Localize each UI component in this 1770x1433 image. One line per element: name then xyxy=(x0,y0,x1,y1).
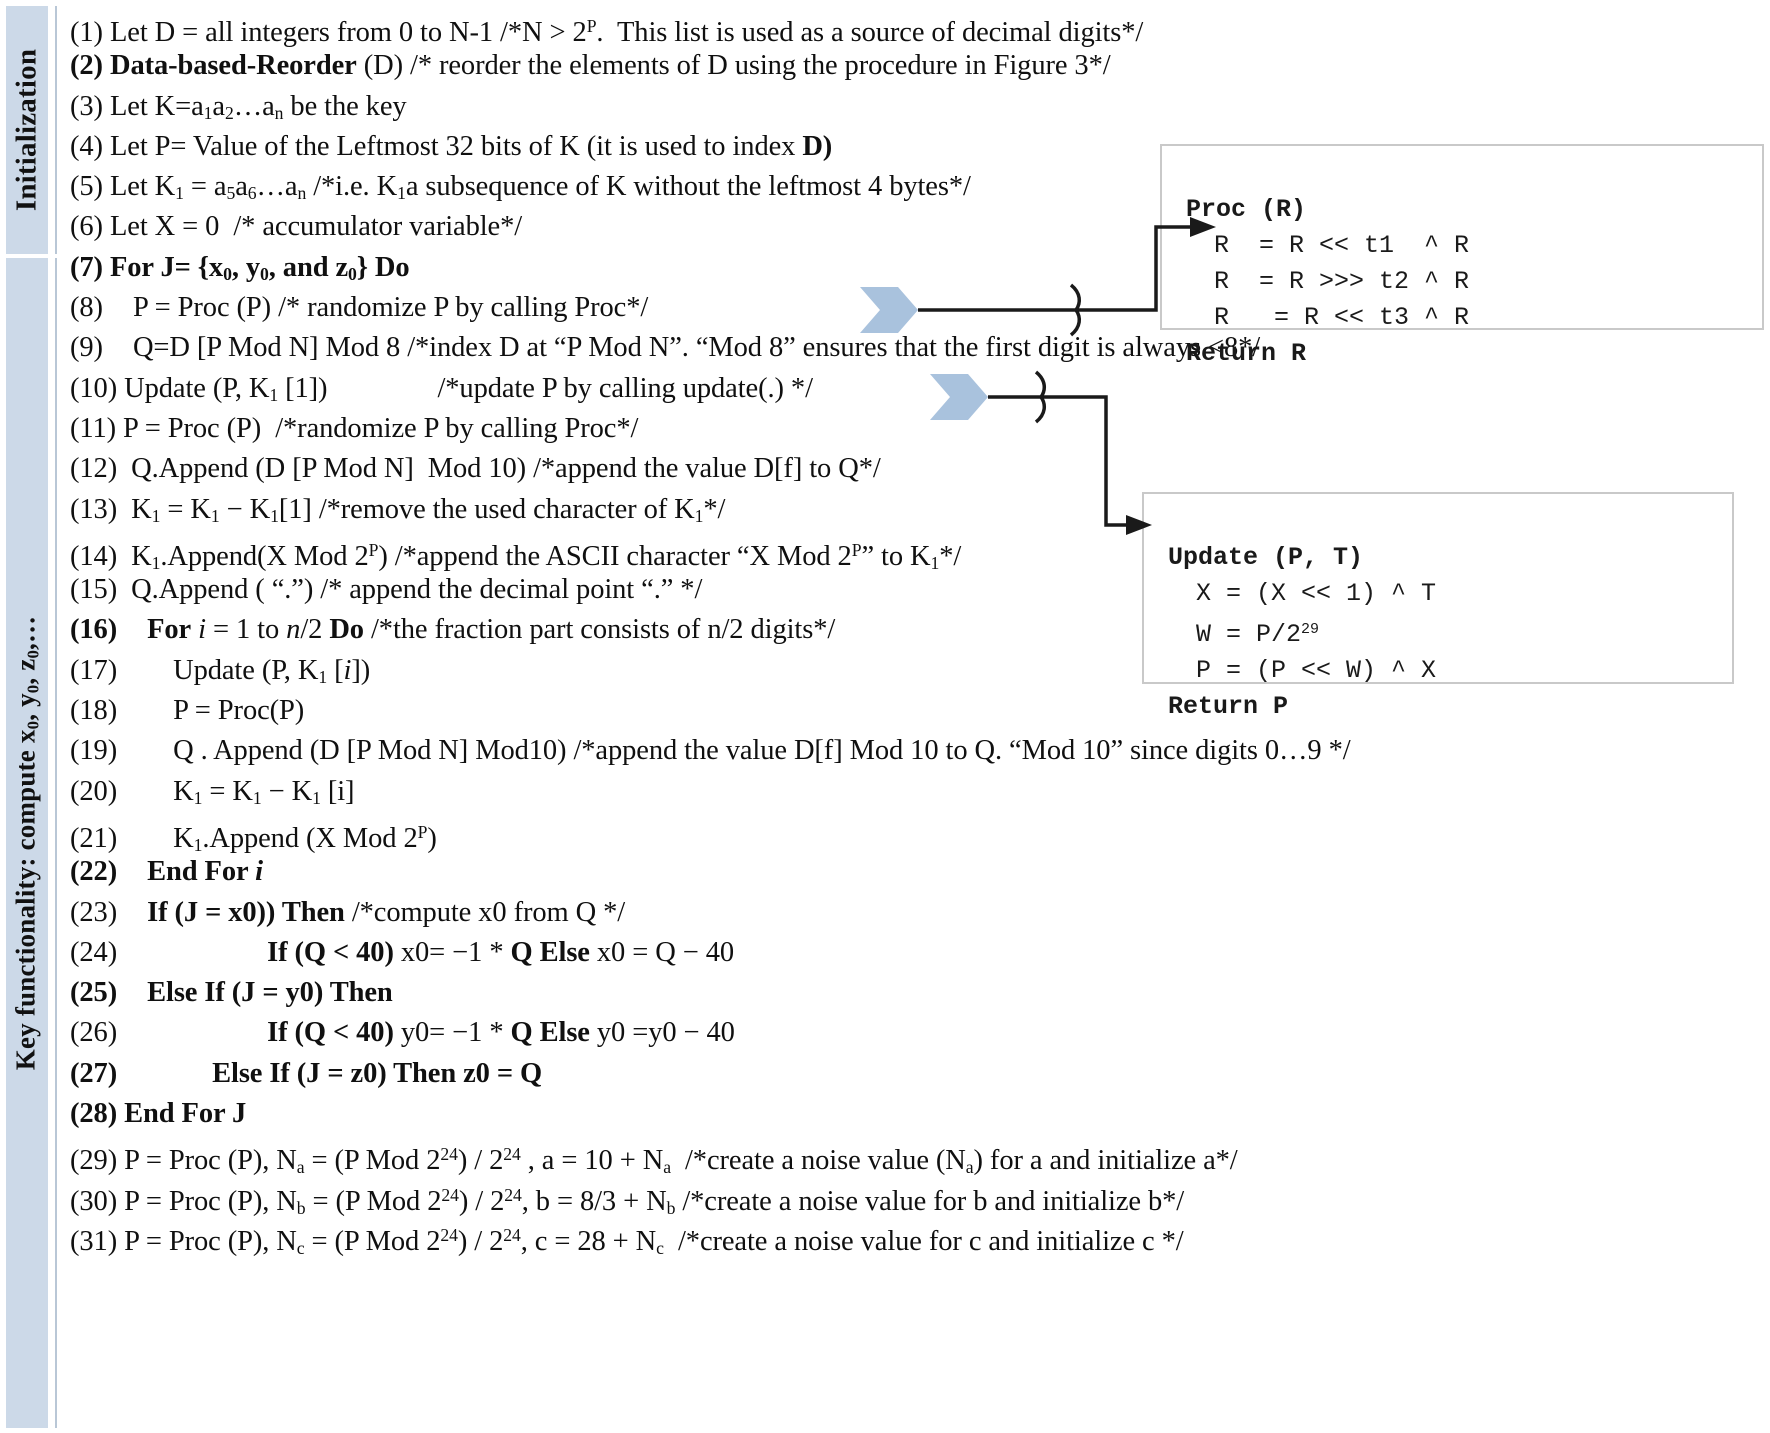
pseudocode-line-29: (29) P = Proc (P), Na = (P Mod 224) / 22… xyxy=(70,1144,1238,1178)
pseudocode-line-25: (25) Else If (J = y0) Then xyxy=(70,977,393,1009)
code-box-update-line-3: P = (P << W) ^ X xyxy=(1196,656,1437,686)
section-label-key-functionality: Key functionality: compute x0, y0, z0,… xyxy=(10,615,43,1071)
pseudocode-figure: Initialization Key functionality: comput… xyxy=(0,0,1770,1433)
section-bar-initialization: Initialization xyxy=(6,6,48,254)
pseudocode-line-3: (3) Let K=a1a2…an be the key xyxy=(70,90,407,123)
pseudocode-line-19: (19) Q . Append (D [P Mod N] Mod10) /*app… xyxy=(70,735,1351,767)
pseudocode-line-31: (31) P = Proc (P), Nc = (P Mod 224) / 22… xyxy=(70,1224,1184,1258)
update-call-connector xyxy=(930,352,1250,572)
pseudocode-line-28: (28) End For J xyxy=(70,1098,247,1130)
pseudocode-line-23: (23) If (J = x0)) Then /*compute x0 from … xyxy=(70,896,626,928)
chevron-marker-proc-icon xyxy=(860,287,918,333)
code-box-update-line-1: X = (X << 1) ^ T xyxy=(1196,579,1437,608)
pseudocode-line-26: (26) If (Q < 40) y0= −1 * Q Else y0 =y0 −… xyxy=(70,1017,735,1049)
pseudocode-line-24: (24) If (Q < 40) x0= −1 * Q Else x0 = Q −… xyxy=(70,936,735,968)
section-label-initialization: Initialization xyxy=(10,48,43,212)
proc-call-connector xyxy=(860,217,1280,355)
pseudocode-line-2: (2) Data-based-Reorder (D) /* reorder th… xyxy=(70,50,1111,82)
pseudocode-line-22: (22) End For i xyxy=(70,856,263,888)
code-box-proc-line-1: R = R << t1 ^ R xyxy=(1214,231,1470,260)
chevron-marker-update-icon xyxy=(930,374,988,420)
pseudocode-line-10: (10) Update (P, K1 [1])/*update P by cal… xyxy=(70,372,813,405)
code-box-update-line-2: W = P/229 xyxy=(1196,620,1320,650)
code-box-update-return: Return P xyxy=(1168,692,1289,722)
pseudocode-line-30: (30) P = Proc (P), Nb = (P Mod 224) / 22… xyxy=(70,1184,1185,1218)
pseudocode-line-1: (1) Let D = all integers from 0 to N-1 /… xyxy=(70,16,1144,49)
code-box-proc-title: Proc (R) xyxy=(1186,195,1307,224)
pseudocode-line-21: (21) K1.Append (X Mod 2P) xyxy=(70,821,437,855)
pseudocode-line-11: (11) P = Proc (P) /*randomize P by calli… xyxy=(70,412,639,444)
pseudocode-line-20: (20) K1 = K1 − K1 [i] xyxy=(70,775,355,808)
pseudocode-line-18: (18) P = Proc(P) xyxy=(70,695,305,727)
pseudocode-line-12: (12) Q.Append (D [P Mod N] Mod 10) /*app… xyxy=(70,453,881,485)
section-bar-key-functionality: Key functionality: compute x0, y0, z0,… xyxy=(6,258,48,1428)
arrowhead-update-icon xyxy=(1126,515,1152,535)
pseudocode-line-27: (27) Else If (J = z0) Then z0 = Q xyxy=(70,1057,543,1089)
section-divider-top xyxy=(55,6,57,254)
section-divider-bottom xyxy=(55,258,57,1428)
